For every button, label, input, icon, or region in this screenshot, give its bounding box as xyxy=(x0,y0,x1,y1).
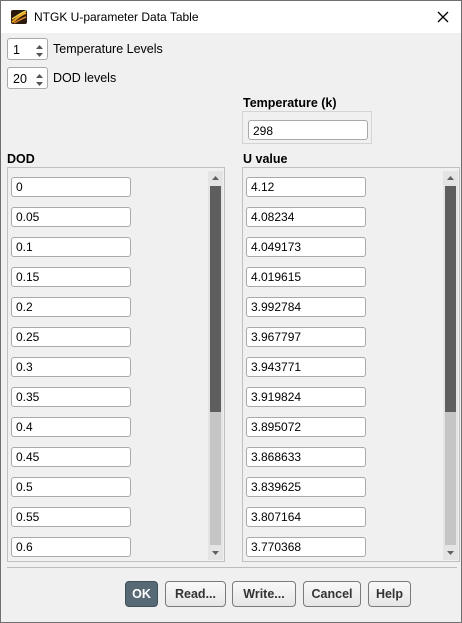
temperature-levels-label: Temperature Levels xyxy=(53,42,163,56)
temperature-levels-value[interactable]: 1 xyxy=(13,43,20,57)
dod-levels-spinner[interactable]: 20 xyxy=(7,67,48,89)
cancel-button[interactable]: Cancel xyxy=(303,581,361,607)
scroll-track[interactable] xyxy=(445,412,456,545)
dod-scrollbar[interactable] xyxy=(208,171,223,560)
dod-cell[interactable]: 0.2 xyxy=(11,297,131,317)
u-value-cell[interactable]: 3.895072 xyxy=(246,417,366,437)
ok-button[interactable]: OK xyxy=(125,581,158,607)
dod-levels-label: DOD levels xyxy=(53,71,117,85)
scroll-track[interactable] xyxy=(210,412,221,545)
temperature-header: Temperature (k) xyxy=(243,96,337,110)
u-value-cell[interactable]: 3.967797 xyxy=(246,327,366,347)
button-separator xyxy=(7,567,457,568)
dod-cell[interactable]: 0.4 xyxy=(11,417,131,437)
dod-cell[interactable]: 0 xyxy=(11,177,131,197)
dod-cell[interactable]: 0.55 xyxy=(11,507,131,527)
spin-down-icon[interactable] xyxy=(34,49,45,58)
u-value-header: U value xyxy=(243,152,288,166)
read-button[interactable]: Read... xyxy=(165,581,226,607)
scroll-down-icon[interactable] xyxy=(443,546,458,560)
write-button[interactable]: Write... xyxy=(232,581,296,607)
fluent-app-icon xyxy=(11,10,27,24)
dod-cell[interactable]: 0.3 xyxy=(11,357,131,377)
spin-down-icon[interactable] xyxy=(34,78,45,87)
temperature-levels-spinner[interactable]: 1 xyxy=(7,38,48,60)
u-value-cell[interactable]: 4.019615 xyxy=(246,267,366,287)
spin-up-icon[interactable] xyxy=(34,40,45,49)
u-value-cell[interactable]: 3.919824 xyxy=(246,387,366,407)
spin-up-icon[interactable] xyxy=(34,69,45,78)
dod-cell[interactable]: 0.45 xyxy=(11,447,131,467)
u-value-cell[interactable]: 3.807164 xyxy=(246,507,366,527)
dod-cell[interactable]: 0.6 xyxy=(11,537,131,557)
dod-header: DOD xyxy=(7,152,35,166)
u-value-cell[interactable]: 4.12 xyxy=(246,177,366,197)
scroll-thumb[interactable] xyxy=(445,186,456,412)
u-value-cell[interactable]: 3.868633 xyxy=(246,447,366,467)
u-value-cell[interactable]: 3.943771 xyxy=(246,357,366,377)
title-bar: NTGK U-parameter Data Table xyxy=(1,1,461,33)
scroll-thumb[interactable] xyxy=(210,186,221,412)
u-value-cell[interactable]: 3.992784 xyxy=(246,297,366,317)
u-value-panel: 4.12 4.08234 4.049173 4.019615 3.992784 3.967… xyxy=(242,167,460,562)
dod-levels-value[interactable]: 20 xyxy=(13,72,27,86)
dod-panel: 0 0.05 0.1 0.15 0.2 0.25 0.3 0.35 0.4 0.45 0.5 0.55… xyxy=(7,167,225,562)
window-title: NTGK U-parameter Data Table xyxy=(34,10,199,24)
u-value-cell[interactable]: 3.770368 xyxy=(246,537,366,557)
scroll-up-icon[interactable] xyxy=(208,171,223,185)
ntgk-dialog: NTGK U-parameter Data Table 1 Temperatur… xyxy=(0,0,462,623)
u-value-cell[interactable]: 4.08234 xyxy=(246,207,366,227)
dod-cell[interactable]: 0.35 xyxy=(11,387,131,407)
dod-cell[interactable]: 0.15 xyxy=(11,267,131,287)
scroll-up-icon[interactable] xyxy=(443,171,458,185)
spinner-arrows xyxy=(33,40,46,58)
dod-cell[interactable]: 0.5 xyxy=(11,477,131,497)
help-button[interactable]: Help xyxy=(368,581,411,607)
scroll-down-icon[interactable] xyxy=(208,546,223,560)
u-value-scrollbar[interactable] xyxy=(443,171,458,560)
dod-list: 0 0.05 0.1 0.15 0.2 0.25 0.3 0.35 0.4 0.45 0.5 0.55… xyxy=(11,177,136,561)
dod-cell[interactable]: 0.25 xyxy=(11,327,131,347)
u-value-cell[interactable]: 4.049173 xyxy=(246,237,366,257)
u-value-cell[interactable]: 3.839625 xyxy=(246,477,366,497)
dod-cell[interactable]: 0.1 xyxy=(11,237,131,257)
temperature-box: 298 xyxy=(242,111,372,144)
close-icon[interactable] xyxy=(431,5,455,29)
u-value-list: 4.12 4.08234 4.049173 4.019615 3.992784 3.967… xyxy=(246,177,371,561)
temperature-input[interactable]: 298 xyxy=(248,120,368,140)
spinner-arrows xyxy=(33,69,46,87)
dod-cell[interactable]: 0.05 xyxy=(11,207,131,227)
